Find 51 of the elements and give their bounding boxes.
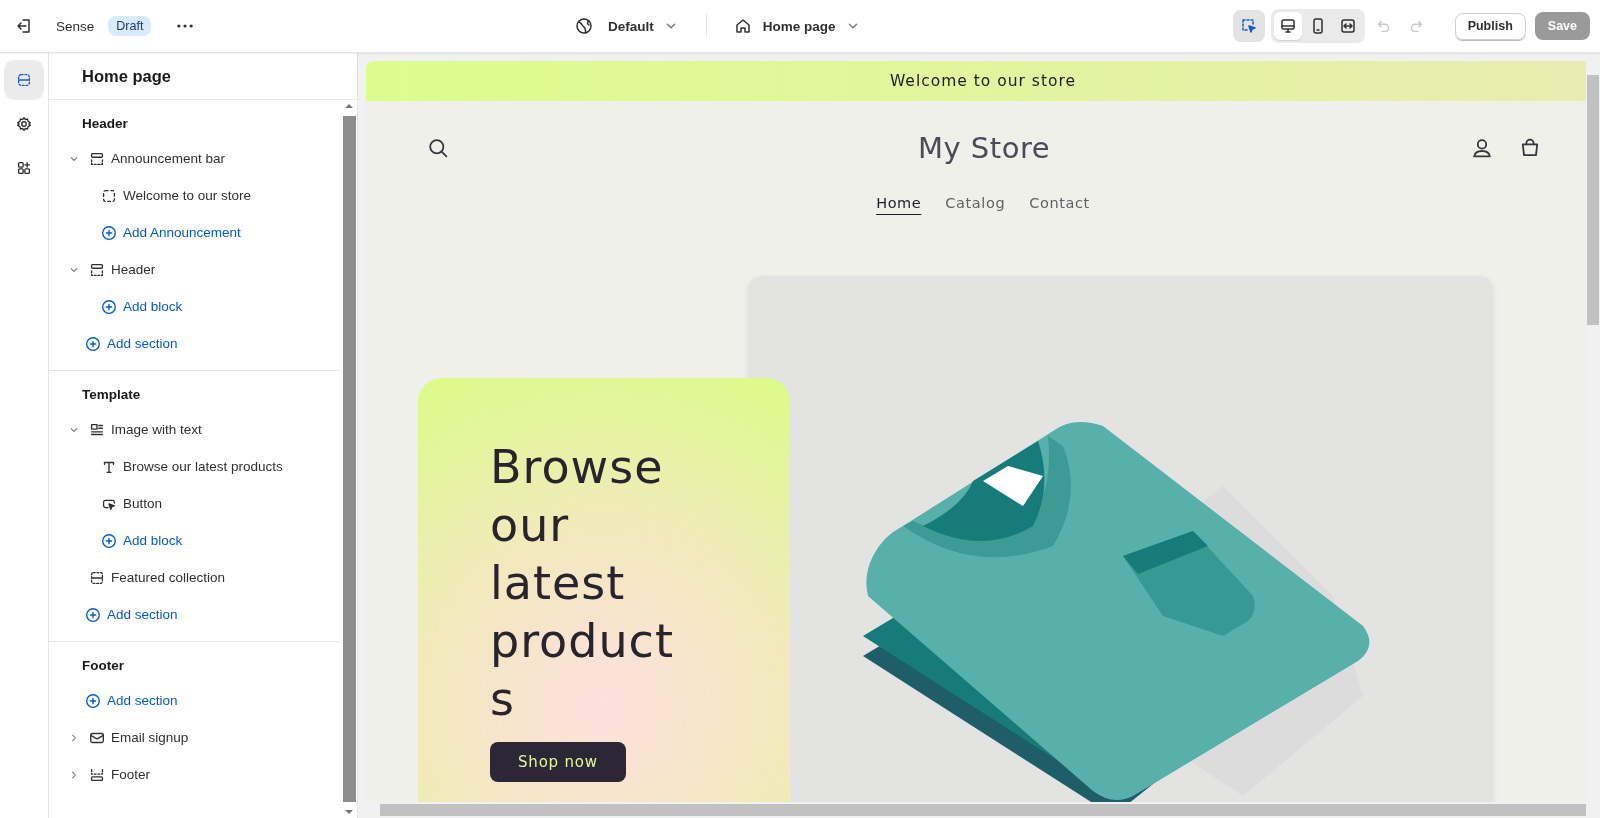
group-heading: Header bbox=[81, 114, 129, 133]
add-circle-icon bbox=[84, 334, 102, 353]
theme-name: Sense bbox=[56, 18, 95, 34]
nav-link[interactable]: Home bbox=[876, 195, 922, 211]
store-logo[interactable]: My Store bbox=[917, 131, 1051, 165]
add-item-link[interactable]: Add block bbox=[49, 522, 341, 559]
outline-item[interactable]: Announcement bar bbox=[49, 140, 341, 177]
more-icon bbox=[177, 24, 194, 28]
device-toggle[interactable] bbox=[1273, 12, 1302, 40]
add-item-link[interactable]: Add Announcement bbox=[49, 214, 341, 251]
scrollbar-thumb[interactable] bbox=[1587, 75, 1599, 325]
panel-title: Home page bbox=[49, 53, 357, 100]
nav-link[interactable]: Contact bbox=[1029, 195, 1090, 211]
outline-item[interactable]: Image with text bbox=[49, 411, 341, 448]
sections-icon bbox=[15, 71, 33, 89]
search-icon bbox=[426, 136, 450, 160]
scrollbar-thumb[interactable] bbox=[342, 116, 356, 802]
outline-item[interactable]: Button bbox=[49, 485, 341, 522]
status-badge: Draft bbox=[108, 16, 152, 36]
add-item-link[interactable]: Add block bbox=[49, 288, 341, 325]
add-circle-icon bbox=[100, 297, 118, 316]
theme-selector[interactable]: Default bbox=[574, 16, 680, 36]
page-selector[interactable]: Home page bbox=[732, 16, 862, 36]
outline-item[interactable]: Welcome to our store bbox=[49, 177, 341, 214]
nav-link[interactable]: Catalog bbox=[945, 195, 1006, 211]
add-item-link[interactable]: Add section bbox=[49, 325, 341, 362]
globe-icon bbox=[574, 16, 594, 36]
outline-item[interactable]: Email signup bbox=[49, 719, 341, 756]
add-circle-icon bbox=[100, 223, 118, 242]
scrollbar-thumb[interactable] bbox=[380, 804, 1586, 816]
shop-now-button[interactable]: Shop now bbox=[490, 742, 626, 782]
add-item-link[interactable]: Add section bbox=[49, 682, 341, 719]
apps-icon bbox=[15, 159, 33, 177]
outline-item[interactable]: Featured collection bbox=[49, 559, 341, 596]
account-icon bbox=[1470, 136, 1494, 160]
add-circle-icon bbox=[100, 531, 118, 550]
search-button[interactable] bbox=[426, 136, 450, 160]
hero-heading: Browse our latest products bbox=[490, 439, 675, 728]
add-item-link[interactable]: Add section bbox=[49, 596, 341, 633]
outline-item[interactable]: Footer bbox=[49, 756, 341, 793]
more-button[interactable] bbox=[177, 24, 194, 28]
group-heading: Template bbox=[81, 385, 142, 404]
add-circle-icon bbox=[84, 605, 102, 624]
add-circle-icon bbox=[84, 691, 102, 710]
gear-icon bbox=[15, 115, 33, 133]
account-button[interactable] bbox=[1470, 136, 1494, 160]
publish-button[interactable]: Publish bbox=[1454, 12, 1526, 40]
group-heading: Footer bbox=[81, 656, 125, 675]
inspector-toggle[interactable] bbox=[1232, 10, 1265, 42]
outline-item[interactable]: Header bbox=[49, 251, 341, 288]
outline-item[interactable]: Browse our latest products bbox=[49, 448, 341, 485]
